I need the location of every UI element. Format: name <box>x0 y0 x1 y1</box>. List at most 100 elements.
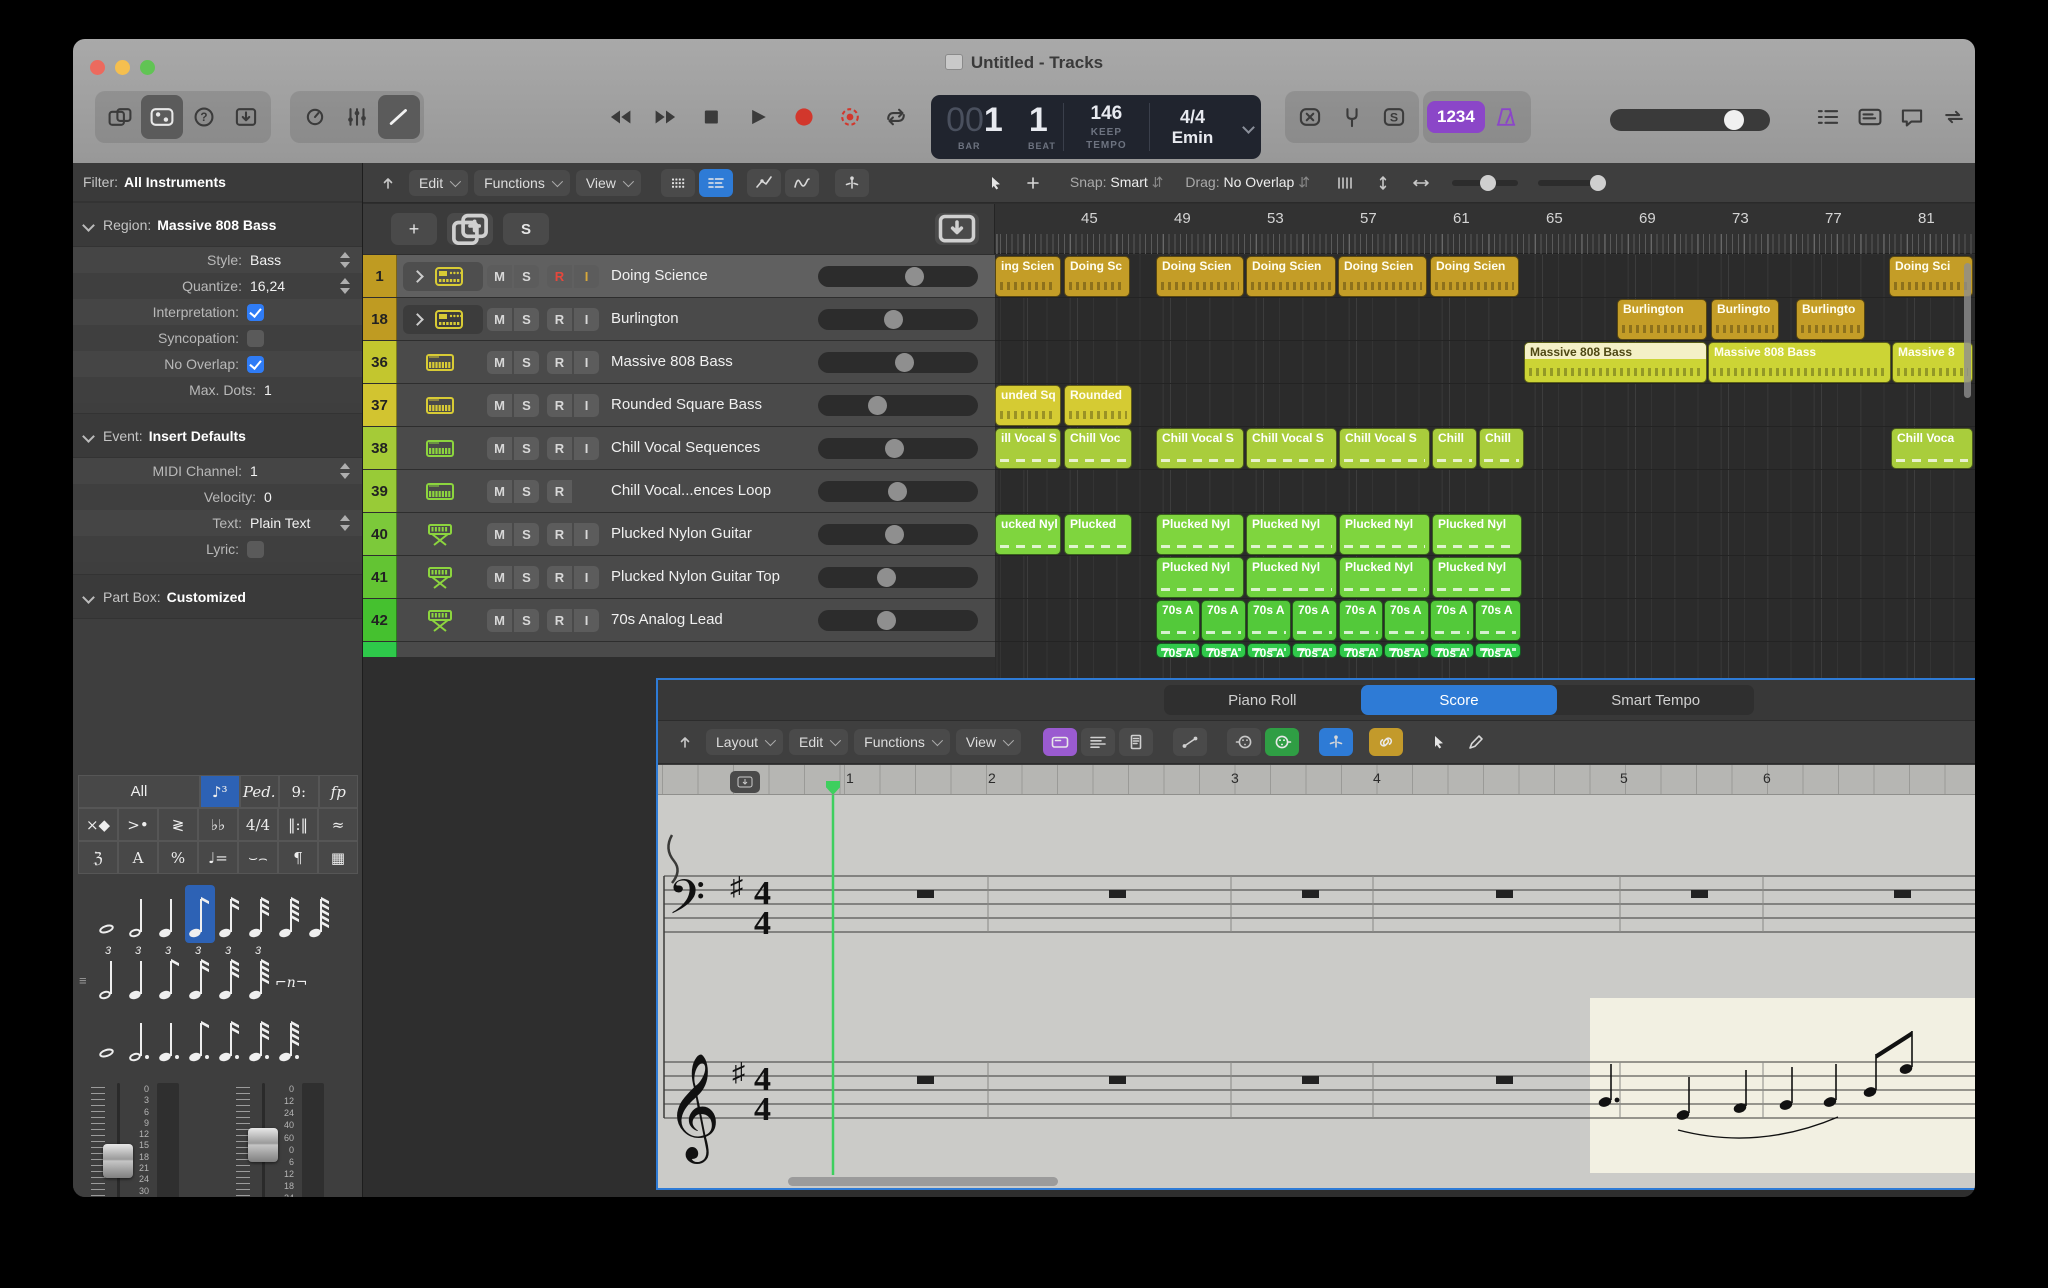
record-enable-button[interactable]: R <box>547 566 572 589</box>
partbox-segno[interactable]: % <box>158 841 198 874</box>
region[interactable]: 70s A <box>1384 643 1429 658</box>
region[interactable]: 70s A <box>1475 600 1521 641</box>
duplicate-track-button[interactable] <box>447 213 493 245</box>
slider-knob[interactable] <box>905 267 924 286</box>
slider-knob[interactable] <box>868 396 887 415</box>
vertical-zoom-button[interactable] <box>1366 169 1400 197</box>
volume-fader[interactable] <box>103 1144 133 1178</box>
vertical-zoom-slider[interactable] <box>1452 180 1518 186</box>
region-checkbox[interactable] <box>247 356 264 373</box>
score-pencil-tool-button[interactable] <box>1459 728 1493 756</box>
volume-fader[interactable] <box>248 1128 278 1162</box>
horizontal-zoom-button[interactable] <box>1404 169 1438 197</box>
grid-view-button[interactable] <box>661 169 695 197</box>
mute-button[interactable]: M <box>487 566 512 589</box>
split-tool-button[interactable] <box>835 169 869 197</box>
view-mode-page-button[interactable] <box>1119 728 1153 756</box>
tracks-ruler[interactable]: 45495357616569737781 <box>995 204 1975 254</box>
master-volume-slider[interactable] <box>1610 109 1770 131</box>
mixer-button[interactable] <box>336 95 378 139</box>
input-monitor-button[interactable]: I <box>574 609 599 632</box>
mute-button[interactable]: M <box>487 394 512 417</box>
track-row[interactable]: 18MSRIBurlington <box>363 298 995 341</box>
region[interactable]: 70s A <box>1292 643 1337 658</box>
input-monitor-button[interactable]: I <box>574 523 599 546</box>
region[interactable]: Plucked Nyl <box>1156 557 1244 598</box>
record-enable-button[interactable]: R <box>547 265 572 288</box>
palette-note-half[interactable] <box>125 885 155 943</box>
library-button[interactable] <box>99 95 141 139</box>
region[interactable]: 70s A <box>1430 643 1474 658</box>
partbox-forte-piano[interactable]: fp <box>319 775 359 808</box>
add-track-button[interactable]: + <box>391 213 437 245</box>
record-enable-button[interactable]: R <box>547 308 572 331</box>
track-volume-slider[interactable] <box>818 309 978 330</box>
split-pin-button[interactable] <box>1319 728 1353 756</box>
partbox-grid-sym[interactable]: ▦ <box>318 841 358 874</box>
palette-note-d-whole[interactable] <box>95 1009 125 1067</box>
slider-knob[interactable] <box>884 310 903 329</box>
palette-note-whole[interactable] <box>95 885 125 943</box>
region[interactable]: ucked Nyl <box>995 514 1061 555</box>
region[interactable]: Massive 808 Bass <box>1708 342 1891 383</box>
no-input-button[interactable] <box>1289 95 1331 139</box>
region[interactable]: 70s A <box>1384 600 1429 641</box>
region[interactable]: Chill <box>1432 428 1477 469</box>
mute-button[interactable]: M <box>487 523 512 546</box>
solo-button[interactable]: S <box>514 308 539 331</box>
snap-control[interactable]: Snap: Smart ⇵ <box>1070 174 1163 191</box>
score-pointer-tool-button[interactable] <box>1421 728 1455 756</box>
region[interactable]: Chill Voca <box>1891 428 1973 469</box>
region[interactable]: Chill Vocal S <box>1156 428 1244 469</box>
track-row-partial[interactable] <box>363 642 995 658</box>
palette-note-eighth[interactable] <box>185 885 215 943</box>
region[interactable]: Plucked Nyl <box>1246 514 1337 555</box>
region[interactable]: Plucked Nyl <box>1432 514 1522 555</box>
palette-note-d-16th[interactable] <box>215 1009 245 1067</box>
region[interactable]: unded Sq <box>995 385 1061 426</box>
record-enable-button[interactable]: R <box>547 394 572 417</box>
palette-note-32nd[interactable] <box>245 885 275 943</box>
track-row[interactable]: 1MSRIDoing Science <box>363 255 995 298</box>
solo-button[interactable]: S <box>514 523 539 546</box>
record-enable-button[interactable]: R <box>547 609 572 632</box>
partbox-rests[interactable]: ℨ <box>78 841 118 874</box>
solo-mode-button[interactable]: S <box>1373 95 1415 139</box>
region[interactable]: ing Scien <box>995 256 1061 297</box>
solo-button[interactable]: S <box>514 351 539 374</box>
score-ruler[interactable]: 12345678 <box>658 765 1975 795</box>
score-horizontal-scrollbar[interactable] <box>788 1177 1058 1186</box>
mute-button[interactable]: M <box>487 480 512 503</box>
region[interactable]: Plucked Nyl <box>1246 557 1337 598</box>
palette-note-t-quarter[interactable]: 3 <box>125 947 155 1005</box>
region[interactable]: 70s A <box>1475 643 1521 658</box>
track-volume-slider[interactable] <box>818 567 978 588</box>
event-value[interactable]: Plain Text <box>250 515 338 531</box>
palette-note-d-half[interactable] <box>125 1009 155 1067</box>
region[interactable]: Chill Vocal S <box>1246 428 1337 469</box>
region[interactable]: ill Vocal S <box>995 428 1061 469</box>
region[interactable]: 70s A <box>1156 643 1200 658</box>
partbox-time-signature[interactable]: 4∕4 <box>238 808 278 841</box>
event-list-button[interactable] <box>1807 95 1849 139</box>
drag-control[interactable]: Drag: No Overlap ⇵ <box>1185 174 1310 191</box>
region[interactable]: 70s A <box>1247 600 1291 641</box>
region[interactable]: Plucked Nyl <box>1339 557 1430 598</box>
palette-note-t-16th[interactable]: 3 <box>185 947 215 1005</box>
link-mode-button[interactable] <box>1369 728 1403 756</box>
track-name[interactable]: Chill Vocal Sequences <box>611 439 760 456</box>
horizontal-zoom-slider[interactable] <box>1538 180 1604 186</box>
slider-knob[interactable] <box>885 525 904 544</box>
input-monitor-button[interactable]: I <box>574 265 599 288</box>
track-row[interactable]: 38MSRIChill Vocal Sequences <box>363 427 995 470</box>
track-volume-slider[interactable] <box>818 395 978 416</box>
partbox-accents[interactable]: >• <box>118 808 158 841</box>
score-catch-button[interactable] <box>668 728 702 756</box>
partbox-ornaments[interactable]: ≈ <box>318 808 358 841</box>
region[interactable]: Doing Sc <box>1064 256 1130 297</box>
track-row[interactable]: 40MSRIPlucked Nylon Guitar <box>363 513 995 556</box>
score-menu-view[interactable]: View <box>956 729 1021 755</box>
input-monitor-button[interactable]: I <box>574 308 599 331</box>
partbox-dynamics[interactable]: ≷ <box>158 808 198 841</box>
count-in-button[interactable]: 1234 <box>1427 101 1485 133</box>
